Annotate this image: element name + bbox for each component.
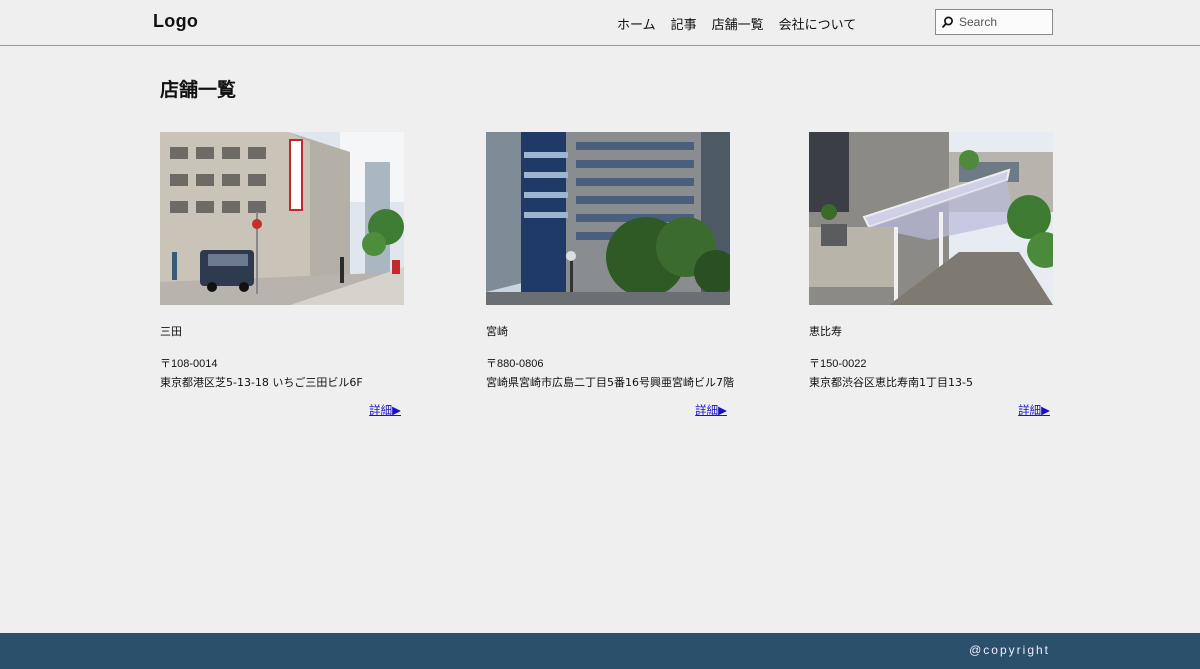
store-card-miyazaki: 宮崎 〒880-0806 宮崎県宮崎市広島二丁目5番16号興亜宮崎ビル7階 詳細… — [486, 132, 734, 418]
store-photo-miyazaki — [486, 132, 730, 305]
store-zip: 〒150-0022 — [809, 358, 867, 370]
search-icon[interactable] — [936, 10, 958, 34]
store-detail-link[interactable]: 詳細▶ — [809, 402, 1053, 418]
store-zip: 〒108-0014 — [160, 358, 218, 370]
store-card-ebisu: 恵比寿 〒150-0022 東京都渋谷区恵比寿南1丁目13-5 詳細▶ — [809, 132, 1053, 418]
store-photo-ebisu — [809, 132, 1053, 305]
store-name: 三田 — [160, 325, 182, 338]
store-address: 東京都港区芝5-13-18 いちご三田ビル6F — [160, 376, 363, 389]
store-photo-mita — [160, 132, 404, 305]
site-footer: @copyright — [0, 633, 1200, 669]
nav-articles[interactable]: 記事 — [671, 14, 697, 33]
logo[interactable]: Logo — [153, 11, 198, 32]
copyright-text: @copyright — [969, 643, 1050, 657]
store-name: 恵比寿 — [809, 325, 842, 338]
store-zip: 〒880-0806 — [486, 358, 544, 370]
nav-about[interactable]: 会社について — [779, 14, 857, 33]
search-box[interactable] — [935, 9, 1053, 35]
page-title: 店舗一覧 — [160, 79, 237, 101]
main-nav: ホーム 記事 店舗一覧 会社について — [617, 14, 856, 33]
store-address: 宮崎県宮崎市広島二丁目5番16号興亜宮崎ビル7階 — [486, 376, 734, 389]
site-header: Logo ホーム 記事 店舗一覧 会社について — [0, 0, 1200, 46]
nav-home[interactable]: ホーム — [617, 14, 656, 33]
search-input[interactable] — [958, 15, 1048, 29]
store-address: 東京都渋谷区恵比寿南1丁目13-5 — [809, 376, 973, 389]
store-name: 宮崎 — [486, 325, 508, 338]
store-detail-link[interactable]: 詳細▶ — [486, 402, 730, 418]
store-detail-link[interactable]: 詳細▶ — [160, 402, 404, 418]
nav-stores[interactable]: 店舗一覧 — [712, 14, 764, 33]
store-card-mita: 三田 〒108-0014 東京都港区芝5-13-18 いちご三田ビル6F 詳細▶ — [160, 132, 404, 418]
